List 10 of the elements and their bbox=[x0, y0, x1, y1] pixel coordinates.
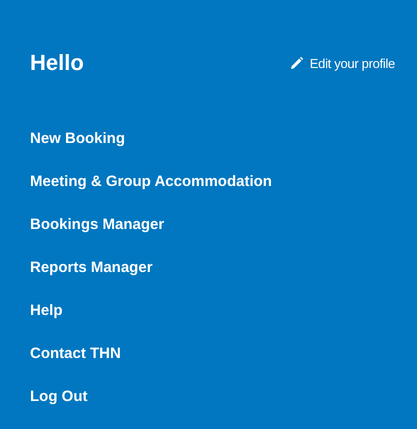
menu-item[interactable]: Bookings Manager bbox=[30, 216, 164, 234]
menu-item[interactable]: Reports Manager bbox=[30, 259, 153, 277]
menu-item[interactable]: Help bbox=[30, 302, 63, 320]
menu-item[interactable]: Log Out bbox=[30, 388, 88, 406]
edit-profile-link[interactable]: Edit your profile bbox=[290, 56, 395, 70]
pencil-icon bbox=[290, 57, 303, 69]
menu-item[interactable]: New Booking bbox=[30, 130, 126, 148]
menu-item[interactable]: Meeting & Group Accommodation bbox=[30, 173, 272, 191]
menu-item[interactable]: Contact THN bbox=[30, 345, 121, 363]
greeting-heading: Hello bbox=[30, 50, 84, 76]
